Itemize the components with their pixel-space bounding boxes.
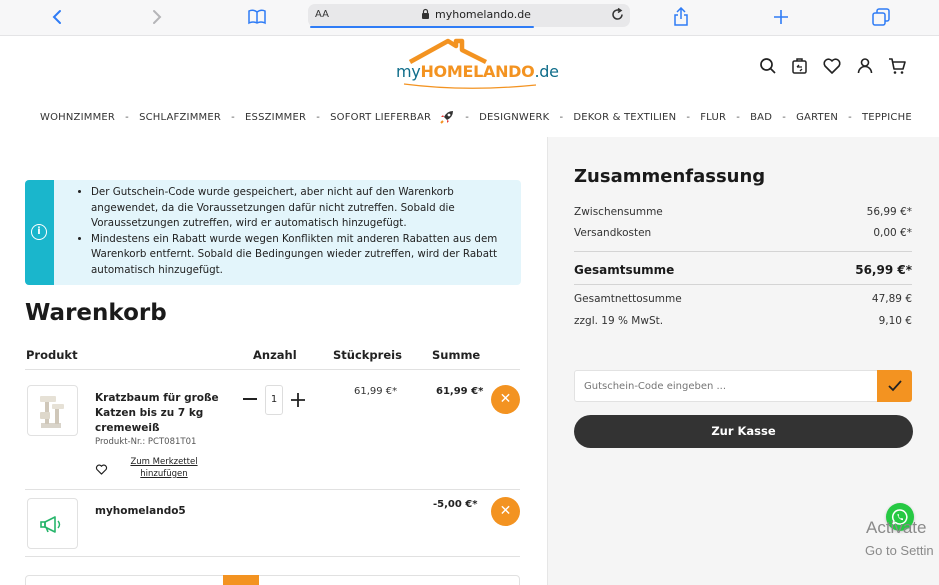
grand-total-value: 56,99 €*: [855, 263, 912, 277]
alert-messages: Der Gutschein-Code wurde gespeichert, ab…: [80, 185, 520, 278]
nav-item-label: SOFORT LIEFERBAR: [330, 111, 432, 123]
nav-separator: -: [782, 111, 787, 123]
next-section-accent: [223, 575, 259, 585]
nav-item-garten[interactable]: GARTEN: [796, 112, 838, 123]
divider: [25, 369, 520, 370]
checkmark-icon: [887, 380, 902, 392]
nav-separator: -: [559, 111, 564, 123]
shipping-value: 0,00 €*: [873, 227, 912, 239]
summary-divider: [574, 251, 912, 252]
account-icon[interactable]: [855, 56, 875, 76]
nav-item-teppiche[interactable]: TEPPICHE: [862, 112, 912, 123]
main-navigation: WOHNZIMMER - SCHLAFZIMMER - ESSZIMMER - …: [40, 108, 912, 126]
nav-item-designwerk[interactable]: DESIGNWERK: [479, 112, 549, 123]
url-text: myhomelando.de: [435, 8, 531, 21]
wishlist-heart-icon[interactable]: [822, 56, 842, 76]
column-header-total: Summe: [432, 348, 481, 362]
coupon-code-input[interactable]: [574, 370, 878, 402]
close-icon: ✕: [499, 391, 512, 407]
alert-message: Der Gutschein-Code wurde gespeichert, ab…: [91, 185, 520, 232]
rocket-icon: [440, 111, 454, 124]
product-thumbnail[interactable]: [27, 385, 78, 436]
cart-icon[interactable]: [887, 56, 907, 76]
nav-separator: -: [848, 111, 852, 123]
product-name[interactable]: Kratzbaum für große Katzen bis zu 7 kg c…: [95, 391, 225, 436]
nav-separator: -: [686, 111, 691, 123]
windows-activation-watermark: Activate: [866, 518, 927, 537]
apply-coupon-button[interactable]: [877, 370, 912, 402]
info-alert: i Der Gutschein-Code wurde gespeichert, …: [25, 180, 521, 285]
windows-activation-settings-hint: Go to Settin: [865, 543, 934, 558]
line-total: 61,99 €*: [436, 386, 484, 397]
summary-title: Zusammenfassung: [574, 166, 766, 187]
logo-text: myHOMELANDO.de: [396, 62, 559, 81]
remove-promotion-button[interactable]: ✕: [491, 497, 520, 526]
divider: [25, 556, 520, 557]
page-load-progress: [310, 26, 534, 28]
next-section-box: [25, 575, 520, 585]
nav-item-esszimmer[interactable]: ESSZIMMER: [245, 112, 306, 123]
lock-icon: [421, 8, 430, 22]
shipping-label: Versandkosten: [574, 227, 652, 239]
promotion-discount: -5,00 €*: [433, 499, 478, 510]
promotion-code-name: myhomelando5: [95, 505, 186, 517]
tabs-overview-icon[interactable]: [870, 6, 892, 28]
search-icon[interactable]: [758, 56, 778, 76]
summary-divider: [574, 284, 912, 285]
net-total-value: 47,89 €: [871, 293, 912, 305]
nav-separator: -: [736, 111, 741, 123]
close-icon: ✕: [499, 503, 512, 519]
nav-item-wohnzimmer[interactable]: WOHNZIMMER: [40, 112, 115, 123]
remove-item-button[interactable]: ✕: [491, 385, 520, 414]
checkout-button[interactable]: Zur Kasse: [574, 415, 913, 448]
nav-separator: -: [316, 111, 321, 123]
nav-item-flur[interactable]: FLUR: [700, 112, 726, 123]
increase-quantity-button[interactable]: [290, 392, 306, 408]
nav-separator: -: [465, 111, 470, 123]
subtotal-label: Zwischensumme: [574, 206, 663, 218]
compare-icon[interactable]: [790, 56, 810, 76]
decrease-quantity-button[interactable]: [243, 398, 257, 400]
back-icon[interactable]: [46, 6, 68, 28]
grand-total-label: Gesamtsumme: [574, 263, 675, 277]
info-icon: i: [31, 224, 47, 240]
promotion-thumbnail: [27, 498, 78, 549]
add-to-wishlist-link[interactable]: Zum Merkzettel hinzufügen: [128, 456, 200, 480]
product-number: Produkt-Nr.: PCT081T01: [95, 437, 197, 447]
vat-label: zzgl. 19 % MwSt.: [574, 315, 664, 327]
quantity-input[interactable]: 1: [265, 385, 283, 415]
vat-value: 9,10 €: [878, 315, 912, 327]
nav-item-bad[interactable]: BAD: [750, 112, 772, 123]
divider: [25, 489, 520, 490]
forward-icon[interactable]: [146, 6, 168, 28]
column-header-unit-price: Stückpreis: [333, 348, 402, 362]
column-header-product: Produkt: [26, 348, 78, 362]
share-icon[interactable]: [670, 6, 692, 28]
nav-item-sofort-lieferbar[interactable]: SOFORT LIEFERBAR: [330, 109, 455, 125]
bookmarks-icon[interactable]: [246, 6, 268, 28]
site-logo[interactable]: myHOMELANDO.de: [396, 38, 559, 94]
net-total-label: Gesamtnettosumme: [574, 293, 682, 305]
nav-item-schlafzimmer[interactable]: SCHLAFZIMMER: [139, 112, 221, 123]
new-tab-icon[interactable]: [770, 6, 792, 28]
reload-icon[interactable]: [610, 7, 625, 25]
address-bar[interactable]: AA myhomelando.de: [308, 4, 630, 28]
reader-aa-button[interactable]: AA: [315, 9, 329, 20]
nav-item-dekor-textilien[interactable]: DEKOR & TEXTILIEN: [573, 112, 676, 123]
nav-separator: -: [231, 111, 235, 123]
nav-separator: -: [125, 111, 129, 123]
page-title: Warenkorb: [25, 300, 167, 326]
browser-toolbar: AA myhomelando.de: [0, 0, 939, 36]
heart-icon[interactable]: [95, 461, 108, 480]
unit-price: 61,99 €*: [354, 386, 398, 397]
column-header-quantity: Anzahl: [253, 348, 297, 362]
alert-message: Mindestens ein Rabatt wurde wegen Konfli…: [91, 232, 520, 279]
subtotal-value: 56,99 €*: [866, 206, 912, 218]
